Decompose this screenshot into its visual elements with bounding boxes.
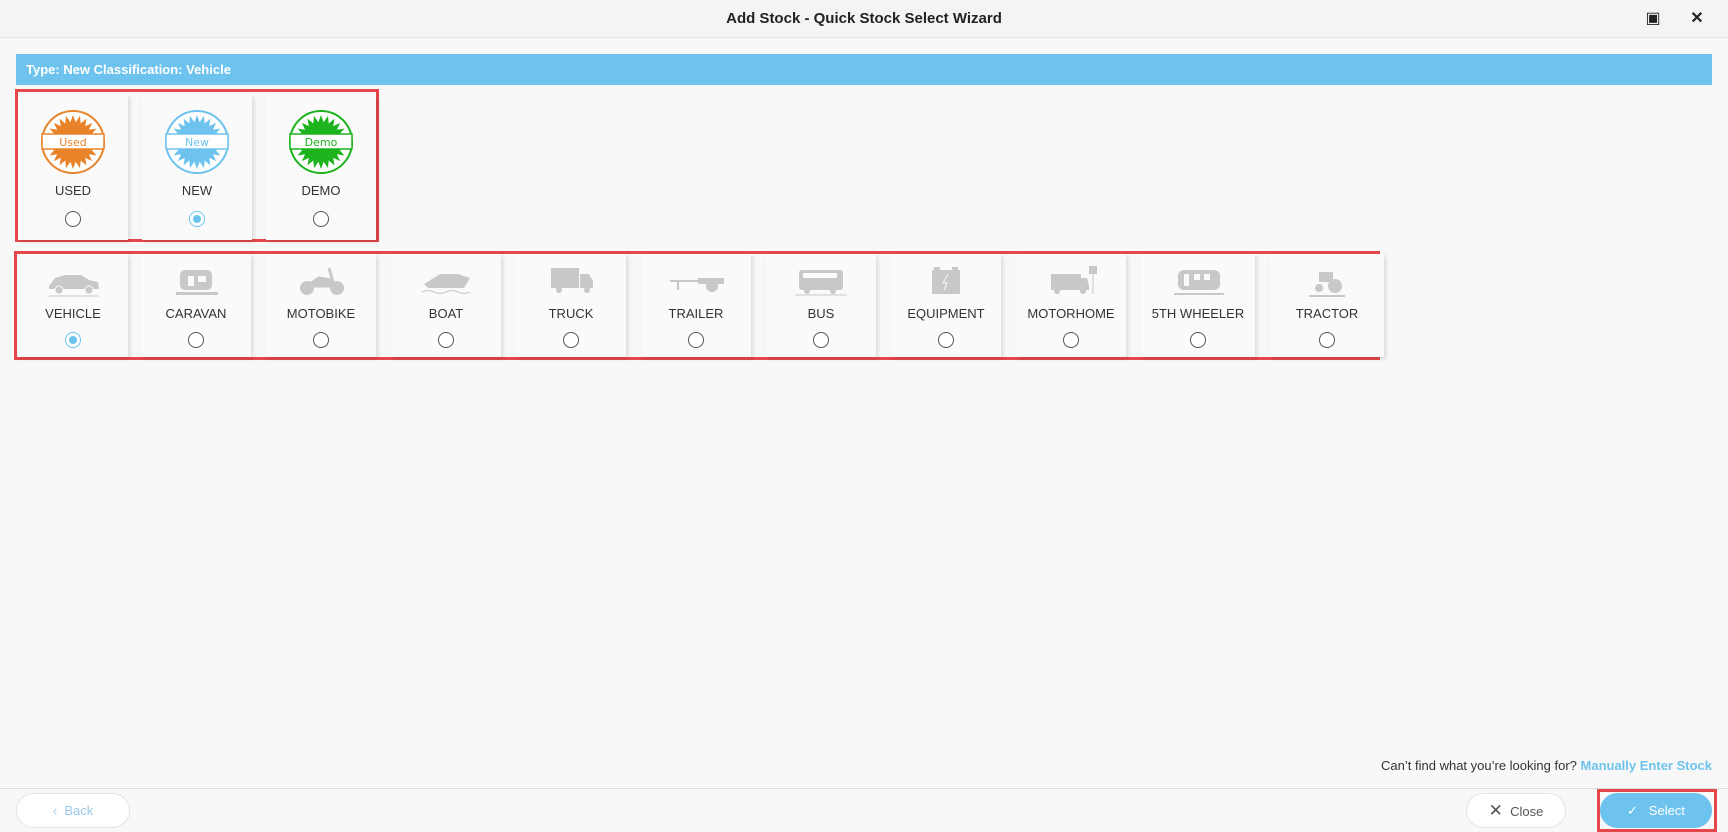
battery-icon (932, 267, 960, 294)
classification-radio[interactable] (313, 332, 329, 348)
classification-label: EQUIPMENT (907, 306, 985, 321)
classification-label: TRAILER (668, 306, 724, 321)
type-card-new[interactable]: New NEW (142, 95, 252, 240)
manually-enter-stock-link[interactable]: Manually Enter Stock (1581, 758, 1712, 773)
classification-card-motobike[interactable]: MOTOBIKE (266, 254, 376, 357)
select-label: Select (1648, 803, 1685, 818)
type-radio[interactable] (313, 211, 329, 227)
demo-badge-icon: Demo (289, 110, 353, 174)
classification-label: BUS (807, 306, 835, 321)
classification-card-caravan[interactable]: CARAVAN (141, 254, 251, 357)
new-badge-icon: New (165, 110, 229, 174)
classification-card-equipment[interactable]: EQUIPMENT (891, 254, 1001, 357)
bus-icon (795, 270, 847, 296)
close-button[interactable]: ✕ Close (1466, 793, 1566, 828)
classification-radio[interactable] (813, 332, 829, 348)
window-title: Add Stock - Quick Stock Select Wizard (726, 10, 1002, 27)
classification-label: TRUCK (548, 306, 594, 321)
classification-label: TRACTOR (1295, 306, 1359, 321)
hint-text: Can’t find what you’re looking for? (1381, 758, 1577, 773)
classification-card-boat[interactable]: BOAT (391, 254, 501, 357)
type-radio[interactable] (189, 211, 205, 227)
classification-card-5th-wheeler[interactable]: 5TH WHEELER (1141, 254, 1255, 357)
type-label: USED (54, 183, 92, 198)
check-icon: ✓ (1627, 803, 1638, 818)
back-button[interactable]: ‹ Back (16, 793, 130, 828)
classification-radio[interactable] (65, 332, 81, 348)
select-button[interactable]: ✓ Select (1600, 793, 1712, 828)
classification-label: VEHICLE (45, 306, 101, 321)
classification-radio[interactable] (1319, 332, 1335, 348)
trailer-icon (670, 278, 724, 292)
close-window-icon[interactable]: ✕ (1687, 9, 1707, 29)
classification-label: MOTORHOME (1027, 306, 1115, 321)
type-card-demo[interactable]: Demo DEMO (266, 95, 376, 240)
classification-radio[interactable] (563, 332, 579, 348)
caravan-icon (176, 270, 218, 295)
classification-radio[interactable] (1063, 332, 1079, 348)
classification-radio[interactable] (688, 332, 704, 348)
type-label: DEMO (301, 183, 341, 198)
classification-card-vehicle[interactable]: VEHICLE (18, 254, 128, 357)
boat-icon (421, 274, 471, 294)
used-badge-icon: Used (41, 110, 105, 174)
footer-divider (0, 788, 1728, 789)
fifth-wheeler-icon (1174, 270, 1224, 295)
type-label: NEW (181, 183, 213, 198)
classification-label: MOTOBIKE (286, 306, 356, 321)
classification-radio[interactable] (438, 332, 454, 348)
classification-card-bus[interactable]: BUS (766, 254, 876, 357)
svg-text:New: New (185, 136, 209, 149)
x-icon: ✕ (1488, 801, 1503, 820)
classification-radio[interactable] (188, 332, 204, 348)
classification-card-truck[interactable]: TRUCK (516, 254, 626, 357)
back-label: Back (64, 803, 94, 818)
type-card-used[interactable]: Used USED (18, 95, 128, 240)
svg-text:Used: Used (59, 136, 87, 149)
classification-info-bar: Type: New Classification: Vehicle (16, 54, 1712, 85)
manual-entry-hint: Can’t find what you’re looking for? Manu… (1381, 758, 1712, 773)
motorbike-icon (300, 267, 344, 295)
chevron-left-icon: ‹ (52, 803, 58, 818)
classification-card-motorhome[interactable]: MOTORHOME (1016, 254, 1126, 357)
classification-radio[interactable] (938, 332, 954, 348)
tractor-icon (1309, 272, 1345, 297)
classification-card-trailer[interactable]: TRAILER (641, 254, 751, 357)
motorhome-icon (1051, 266, 1097, 294)
title-bar: Add Stock - Quick Stock Select Wizard ▣ … (0, 0, 1728, 38)
truck-icon (551, 268, 593, 293)
classification-label: CARAVAN (165, 306, 227, 321)
car-icon (49, 275, 99, 297)
classification-label: BOAT (428, 306, 464, 321)
classification-label: 5TH WHEELER (1151, 306, 1245, 321)
type-radio[interactable] (65, 211, 81, 227)
maximize-icon[interactable]: ▣ (1643, 9, 1663, 29)
close-label: Close (1510, 804, 1544, 819)
svg-text:Demo: Demo (305, 136, 338, 149)
classification-radio[interactable] (1190, 332, 1206, 348)
classification-card-tractor[interactable]: TRACTOR (1270, 254, 1384, 357)
